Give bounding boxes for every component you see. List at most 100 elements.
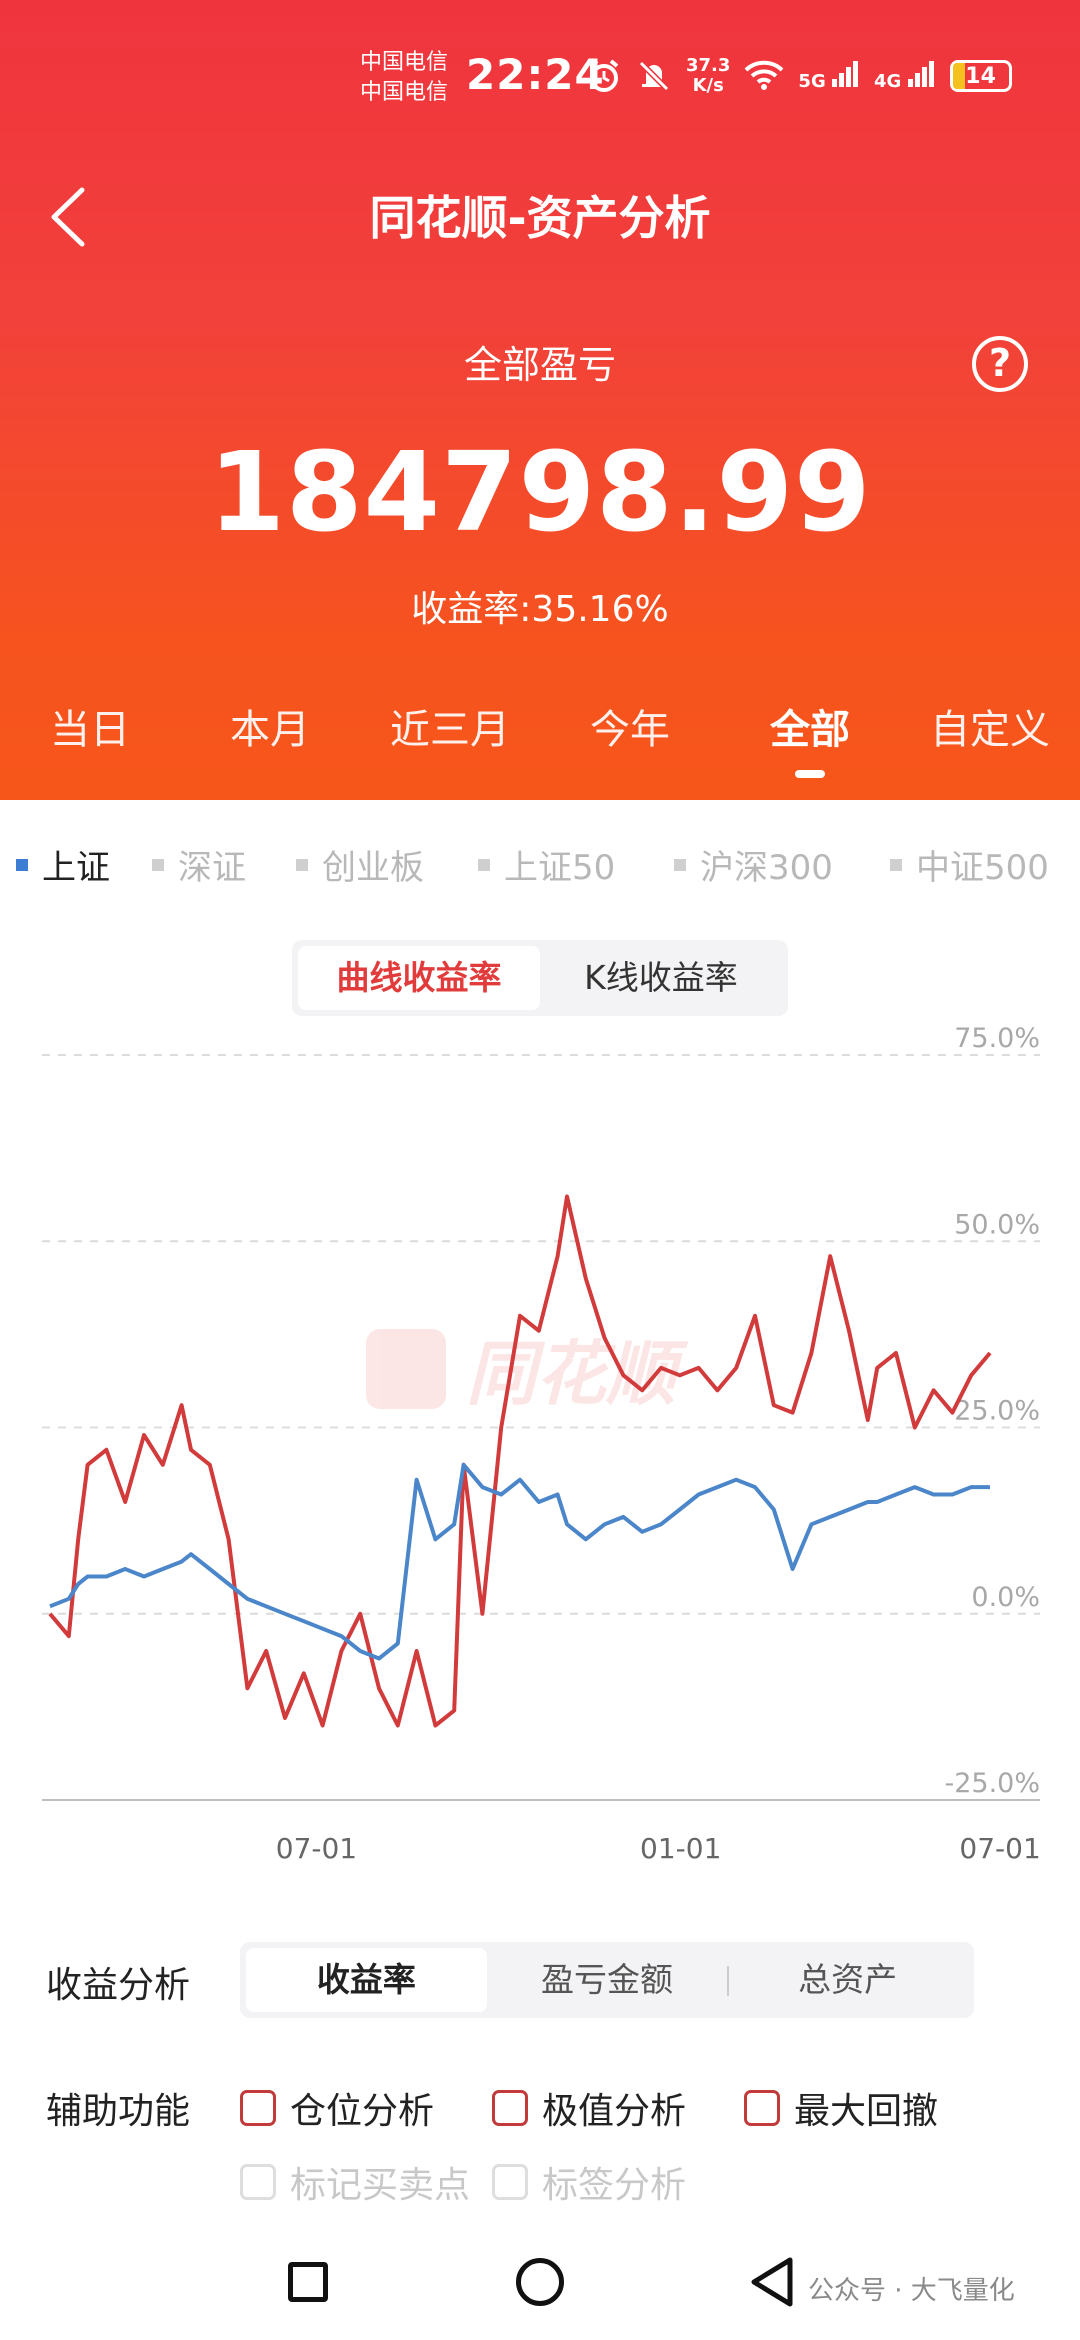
checkbox-label: 标记买卖点: [290, 2165, 471, 2206]
carrier-1: 中国电信: [360, 50, 449, 75]
max-drawdown-checkbox[interactable]: 最大回撤: [744, 2082, 938, 2134]
index-option-label: 上证: [42, 848, 110, 888]
x-axis-ticks: 07-01 01-01 07-01: [276, 1832, 1041, 1865]
mark-trades-checkbox: 标记买卖点: [240, 2156, 470, 2208]
net-speed: 37.3 K/s: [686, 56, 730, 96]
index-option-chinext[interactable]: 创业板: [296, 840, 424, 889]
y-axis-ticks: 75.0% 50.0% 25.0% 0.0% -25.0%: [944, 1023, 1040, 1799]
checkbox-box[interactable]: [240, 2090, 276, 2126]
signal-4g-label: 4G: [874, 70, 902, 92]
tab-today[interactable]: 当日: [0, 700, 180, 780]
title-bar: 同花顺-资产分析: [0, 170, 1080, 260]
tab-profit-amount[interactable]: 盈亏金额: [487, 1948, 728, 2012]
page-title: 同花顺-资产分析: [369, 191, 711, 245]
index-option-csi500[interactable]: 中证500: [890, 840, 1049, 889]
return-chart: 75.0%50.0%25.0%0.0%-25.0% 07-01 01-01 07-0…: [42, 1023, 1041, 1865]
metric-row-label: 收益分析: [46, 1965, 191, 2006]
status-bar: 中国电信 中国电信 22:24 37.3 K/s 5G 4G 14: [0, 44, 1080, 114]
index-return-line: [49, 1462, 990, 1661]
checkbox-label: 极值分析: [542, 2091, 687, 2132]
index-option-label: 上证50: [504, 848, 616, 888]
carrier-labels: 中国电信 中国电信: [360, 48, 448, 108]
header: 中国电信 中国电信 22:24 37.3 K/s 5G 4G 14 同花顺-资产…: [0, 0, 1080, 800]
carrier-2: 中国电信: [360, 80, 449, 105]
help-icon[interactable]: ?: [972, 336, 1028, 392]
legend-dot: [152, 858, 164, 871]
tab-this-month[interactable]: 本月: [180, 700, 360, 780]
clock: 22:24: [466, 50, 605, 99]
signal-5g-label: 5G: [798, 70, 826, 92]
source-note: 公众号 · 大飞量化: [808, 2276, 1015, 2306]
tag-analysis-checkbox: 标签分析: [492, 2156, 686, 2208]
status-icons: 37.3 K/s 5G 4G 14: [586, 56, 1012, 96]
y-tick-label: 75.0%: [954, 1023, 1040, 1054]
mute-icon: [638, 60, 670, 92]
index-option-label: 创业板: [322, 848, 424, 888]
legend-dot: [890, 858, 902, 871]
y-tick-label: 50.0%: [954, 1209, 1040, 1240]
checkbox-box: [492, 2164, 528, 2200]
summary-label: 全部盈亏: [463, 343, 616, 387]
recent-apps-button[interactable]: [288, 2262, 328, 2302]
checkbox-label: 最大回撤: [794, 2091, 939, 2132]
metric-tabs: 收益率 盈亏金额 总资产: [240, 1942, 974, 2018]
tab-this-year[interactable]: 今年: [540, 700, 720, 780]
index-option-szse[interactable]: 深证: [152, 840, 246, 889]
chart-mode-toggle: 曲线收益率 K线收益率: [292, 940, 788, 1016]
legend-dot: [674, 858, 686, 871]
tab-total-assets[interactable]: 总资产: [727, 1948, 968, 2012]
tab-all[interactable]: 全部: [720, 700, 900, 780]
curve-return-option[interactable]: 曲线收益率: [298, 946, 540, 1010]
alarm-icon: [589, 59, 619, 92]
checkbox-label: 仓位分析: [290, 2091, 435, 2132]
y-tick-label: -25.0%: [944, 1768, 1040, 1799]
index-option-sse[interactable]: 上证: [16, 840, 110, 889]
period-tabs: 当日 本月 近三月 今年 全部 自定义: [0, 700, 1080, 780]
tab-last-three-months[interactable]: 近三月: [360, 700, 540, 780]
signal-icon: [832, 60, 859, 87]
checkbox-box: [240, 2164, 276, 2200]
wifi-icon: [745, 60, 784, 90]
chart-series: [48, 1194, 992, 1728]
battery-icon: 14: [949, 60, 1012, 92]
index-option-label: 深证: [178, 848, 246, 888]
x-tick-label: 01-01: [640, 1832, 721, 1865]
total-profit-value: 184798.99: [208, 428, 872, 556]
tab-custom[interactable]: 自定义: [900, 700, 1080, 780]
back-triangle-icon[interactable]: [746, 2254, 798, 2310]
portfolio-return-line: [48, 1194, 992, 1728]
index-option-label: 中证500: [916, 848, 1049, 888]
metric-row: 收益分析 收益率 盈亏金额 总资产: [0, 1942, 1080, 2022]
signal-icon: [907, 60, 934, 87]
x-tick-label: 07-01: [276, 1832, 357, 1865]
net-speed-value: 37.3: [686, 55, 731, 76]
system-nav-bar: 公众号 · 大飞量化: [0, 2240, 1080, 2340]
net-speed-unit: K/s: [692, 75, 724, 96]
y-tick-label: 0.0%: [971, 1582, 1040, 1613]
checkbox-box[interactable]: [744, 2090, 780, 2126]
extreme-analysis-checkbox[interactable]: 极值分析: [492, 2082, 686, 2134]
tab-return-rate[interactable]: 收益率: [246, 1948, 487, 2012]
aux-functions: 辅助功能 仓位分析 极值分析 最大回撤 标记买卖点 标签分析: [0, 2082, 1080, 2222]
y-tick-label: 25.0%: [954, 1396, 1040, 1427]
position-analysis-checkbox[interactable]: 仓位分析: [240, 2082, 434, 2134]
legend-dot: [478, 858, 490, 871]
index-option-label: 沪深300: [700, 848, 833, 888]
legend-dot: [16, 858, 28, 871]
signal-5g: 5G: [798, 60, 860, 92]
battery-level: 14: [965, 63, 996, 89]
battery-fill: [952, 63, 965, 89]
checkbox-label: 标签分析: [542, 2165, 687, 2206]
signal-4g: 4G: [874, 60, 936, 92]
index-option-sse50[interactable]: 上证50: [478, 840, 615, 889]
legend-dot: [296, 858, 308, 871]
checkbox-box[interactable]: [492, 2090, 528, 2126]
aux-row-label: 辅助功能: [46, 2091, 191, 2132]
home-button[interactable]: [516, 2258, 564, 2306]
chart-grid: [42, 1054, 1040, 1801]
kline-return-option[interactable]: K线收益率: [540, 946, 782, 1010]
index-selector: 上证 深证 创业板 上证50 沪深300 中证500: [0, 840, 1080, 900]
return-rate: 收益率:35.16%: [411, 589, 669, 630]
index-option-csi300[interactable]: 沪深300: [674, 840, 833, 889]
x-tick-label: 07-01: [959, 1832, 1040, 1865]
